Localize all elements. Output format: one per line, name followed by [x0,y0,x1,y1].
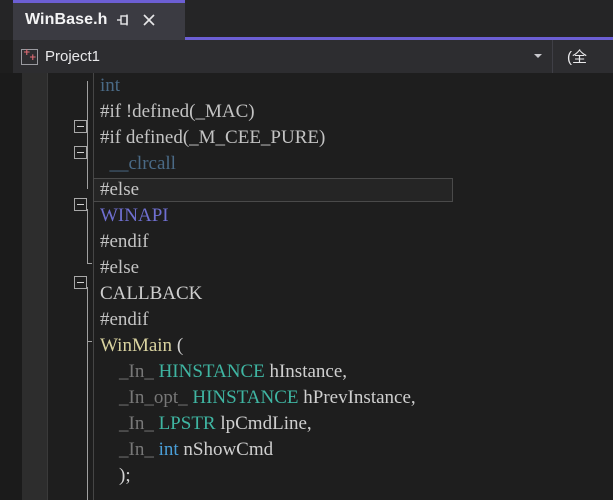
code-line[interactable]: _In_ HINSTANCE hInstance, [94,359,613,385]
code-token: HINSTANCE [192,387,299,408]
code-token: HINSTANCE [158,361,265,382]
code-line[interactable]: _In_opt_ HINSTANCE hPrevInstance, [94,385,613,411]
code-line[interactable]: #if defined(_M_CEE_PURE) [94,125,613,151]
code-token: LPSTR [158,413,216,434]
code-line[interactable]: int [94,73,613,99]
code-token: WINAPI [100,205,169,226]
code-line[interactable]: _In_ int nShowCmd [94,437,613,463]
code-line[interactable]: WinMain ( [94,333,613,359]
code-token: int [158,439,179,460]
code-token: lpCmdLine, [215,413,312,434]
close-icon[interactable] [138,8,160,32]
code-line[interactable]: CALLBACK [94,281,613,307]
code-token: __clrcall [100,153,176,174]
code-token: nShowCmd [178,439,274,460]
code-token: #endif [100,231,149,252]
code-text-area[interactable]: int #if !defined(_MAC) #if defined(_M_CEE_… [93,73,613,500]
project-dropdown-value: Project1 [45,48,101,65]
code-line[interactable]: ); [94,463,613,489]
code-token: ); [100,465,131,486]
code-token: int [100,75,121,96]
document-tab-strip: WinBase.h [0,0,613,40]
tab-title: WinBase.h [25,11,108,28]
code-line[interactable]: #else [93,177,613,203]
document-tab-winbase-h[interactable]: WinBase.h [13,0,185,40]
editor-far-margin [0,73,22,500]
code-token: _In_ [100,439,159,460]
code-token: hInstance, [264,361,348,382]
code-token: #if defined(_M_CEE_PURE) [100,127,326,148]
editor-outlining-margin[interactable] [48,73,94,500]
editor-indicator-margin[interactable] [22,73,47,500]
code-line[interactable]: _In_ LPSTR lpCmdLine, [94,411,613,437]
code-line[interactable]: #if !defined(_MAC) [94,99,613,125]
cpp-project-icon: + + [21,47,38,65]
code-token: ( [172,335,184,356]
code-line[interactable]: #else [94,255,613,281]
code-line[interactable]: #endif [94,229,613,255]
scope-dropdown-value: (全 [567,49,587,66]
code-token: hPrevInstance, [298,387,416,408]
project-dropdown[interactable]: + + Project1 [13,40,552,73]
code-token: #else [100,179,140,200]
code-token: _In_ [100,413,159,434]
code-token: #endif [100,309,149,330]
chevron-down-icon[interactable] [534,54,542,58]
code-editor-surface[interactable]: int #if !defined(_MAC) #if defined(_M_CEE_… [0,73,613,500]
code-token: _In_ [100,361,159,382]
code-token: #else [100,257,140,278]
code-token: _In_opt_ [100,387,193,408]
pin-icon[interactable] [112,8,134,32]
vs-editor-window: WinBase.h + + Project1 (全 int #if !defin… [0,0,613,500]
scope-dropdown[interactable]: (全 [552,40,613,73]
editor-navigation-bar: + + Project1 (全 [13,40,613,73]
code-token: WinMain [100,335,173,356]
code-token: CALLBACK [100,283,203,304]
code-line[interactable]: #endif [94,307,613,333]
code-line[interactable]: WINAPI [94,203,613,229]
code-token: #if !defined(_MAC) [100,101,255,122]
active-tab-accent-bar [13,0,185,3]
code-line[interactable]: __clrcall [94,151,613,177]
